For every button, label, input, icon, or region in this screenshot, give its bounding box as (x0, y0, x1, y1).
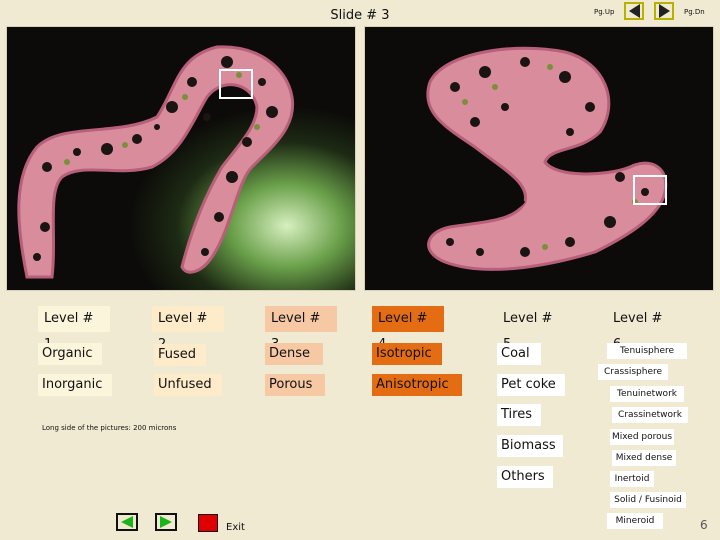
category-biomass[interactable]: Biomass (497, 435, 563, 457)
category-porous[interactable]: Porous (265, 374, 325, 396)
forward-button[interactable] (155, 513, 177, 531)
scale-note: Long side of the pictures: 200 microns (42, 424, 177, 432)
category-tenuinetwork[interactable]: Tenuinetwork (610, 386, 684, 402)
category-solid-fusinoid[interactable]: Solid / Fusinoid (610, 492, 686, 508)
category-dense[interactable]: Dense (265, 343, 323, 365)
category-crassisphere[interactable]: Crassisphere (598, 364, 668, 380)
category-tenuisphere[interactable]: Tenuisphere (607, 343, 687, 359)
region-marker (219, 69, 253, 99)
category-tires[interactable]: Tires (497, 404, 541, 426)
micrograph-left-image (7, 27, 355, 290)
micrograph-right-image (365, 27, 713, 290)
level-5-header: Level # 5 (503, 311, 553, 352)
slide-title: Slide # 3 (330, 8, 390, 23)
micrograph-right (364, 26, 714, 291)
category-others[interactable]: Others (497, 466, 553, 488)
level-2-header: Level # 2 (152, 306, 224, 352)
category-mineroid[interactable]: Mineroid (607, 513, 663, 529)
level-3-header: Level # 3 (265, 306, 337, 352)
next-page-icon (658, 4, 670, 18)
category-coal[interactable]: Coal (497, 343, 541, 365)
level-4-header: Level # 4 (372, 306, 444, 352)
pg-down-button[interactable] (654, 2, 674, 20)
stop-button[interactable] (198, 514, 218, 532)
page-number: 6 (700, 518, 708, 532)
back-button[interactable] (116, 513, 138, 531)
category-organic[interactable]: Organic (38, 343, 102, 365)
category-mixed-porous[interactable]: Mixed porous (610, 429, 674, 445)
category-inertoid[interactable]: Inertoid (610, 471, 654, 487)
forward-icon (160, 516, 172, 528)
back-icon (121, 516, 133, 528)
level-6-header: Level # 6 (613, 311, 663, 352)
pg-up-button[interactable] (624, 2, 644, 20)
level-1-header: Level # 1 (38, 306, 110, 352)
pg-up-label: Pg.Up (594, 8, 615, 16)
category-fused[interactable]: Fused (154, 344, 206, 366)
category-inorganic[interactable]: Inorganic (38, 374, 112, 396)
pg-dn-label: Pg.Dn (684, 8, 705, 16)
category-pet-coke[interactable]: Pet coke (497, 374, 565, 396)
category-isotropic[interactable]: Isotropic (372, 343, 442, 365)
category-mixed-dense[interactable]: Mixed dense (612, 450, 676, 466)
exit-label[interactable]: Exit (226, 522, 245, 533)
region-marker (633, 175, 667, 205)
category-unfused[interactable]: Unfused (154, 374, 222, 396)
category-crassinetwork[interactable]: Crassinetwork (612, 407, 688, 423)
micrograph-left (6, 26, 356, 291)
prev-page-icon (628, 4, 640, 18)
category-anisotropic[interactable]: Anisotropic (372, 374, 462, 396)
